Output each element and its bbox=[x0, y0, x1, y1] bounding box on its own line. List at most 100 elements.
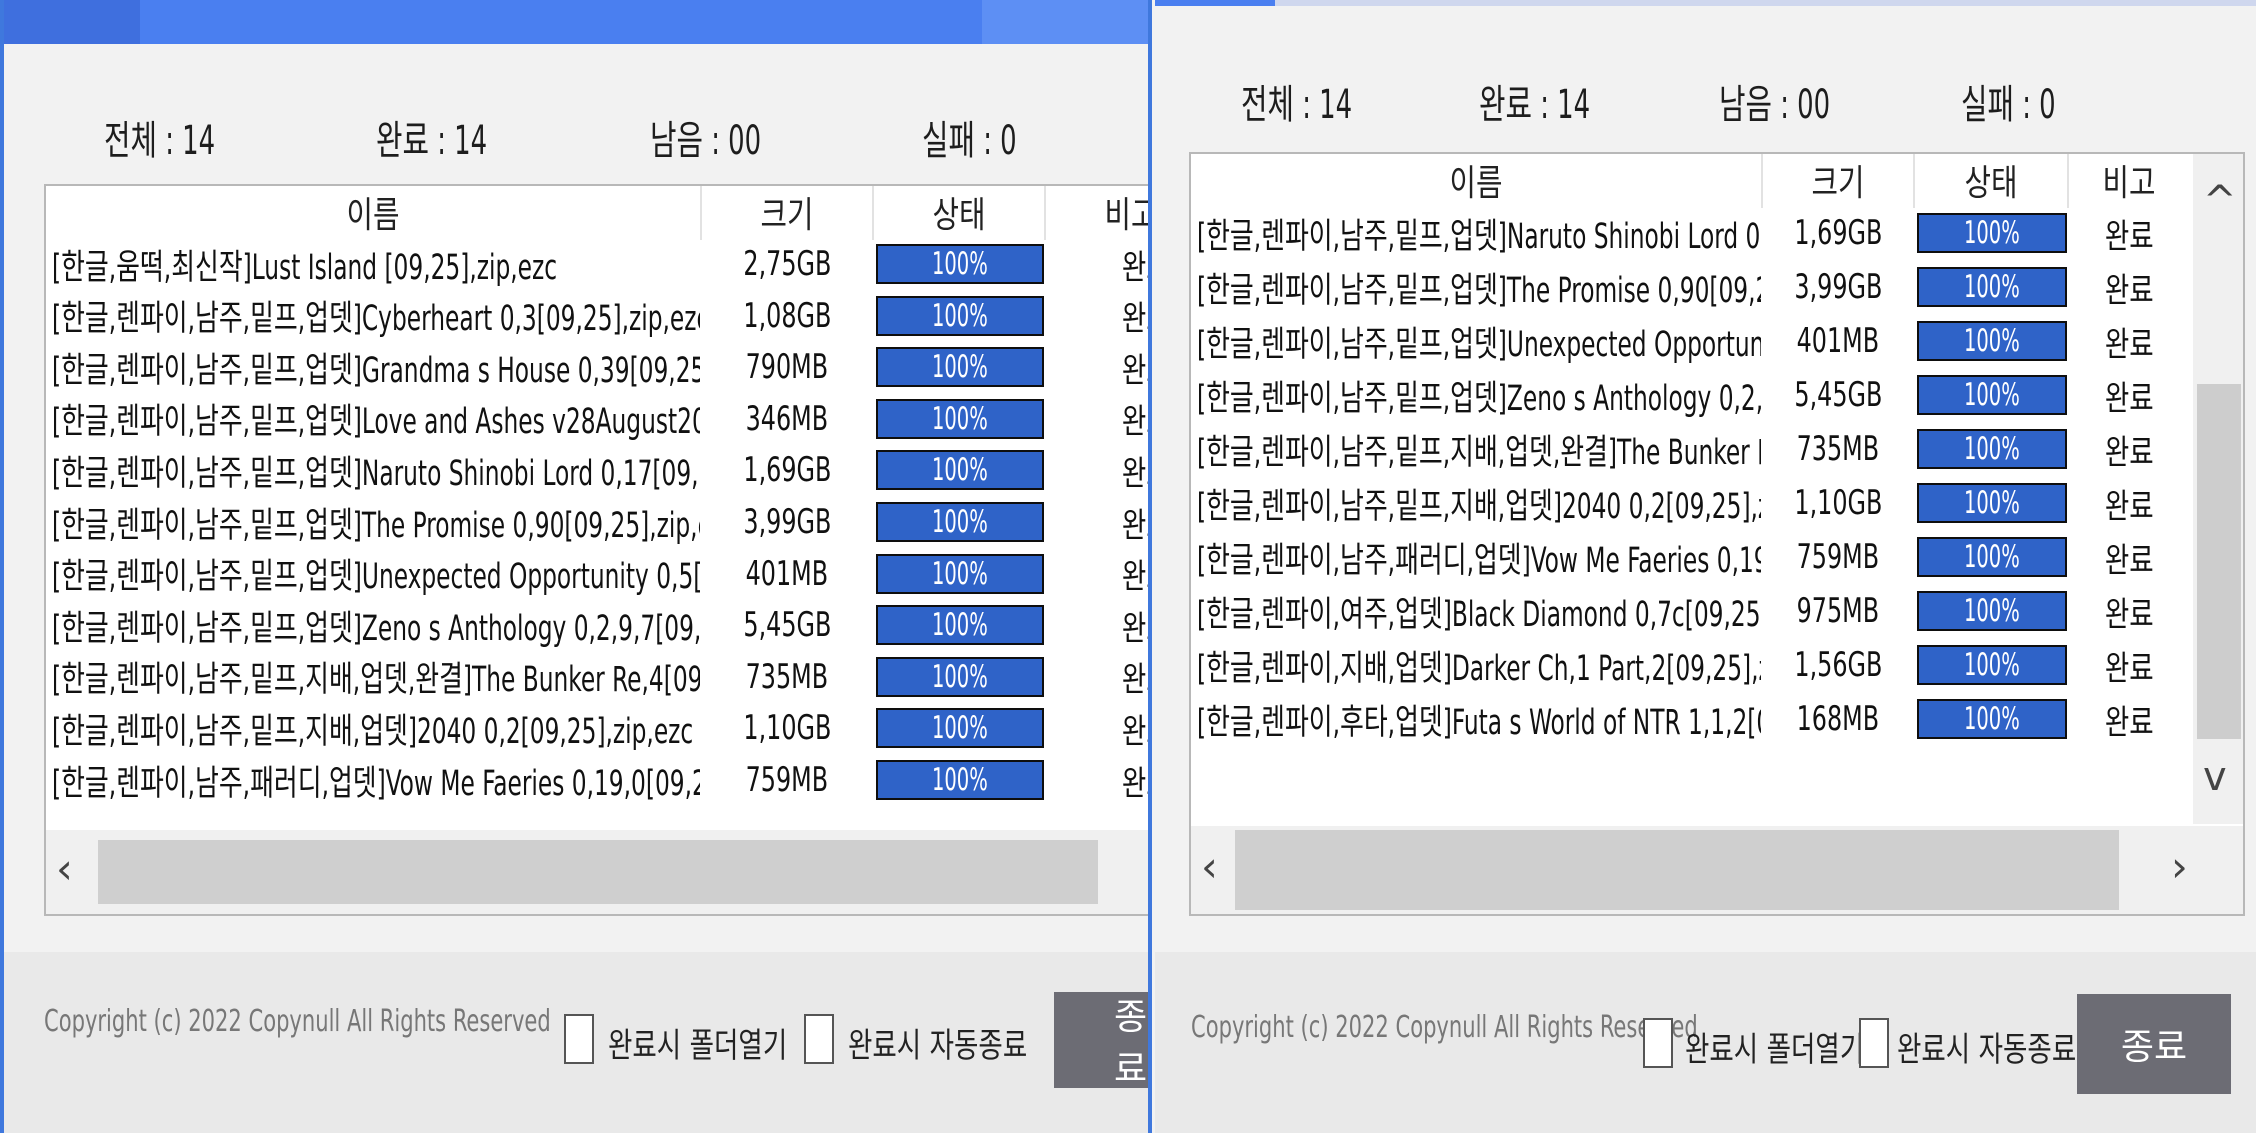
progress-bar: 100% bbox=[876, 347, 1044, 388]
vertical-scrollbar[interactable]: ^ v bbox=[2193, 154, 2243, 824]
file-size: 1,08GB bbox=[743, 295, 831, 336]
column-divider[interactable] bbox=[2067, 154, 2069, 208]
progress-label: 100% bbox=[932, 297, 988, 334]
file-size: 735MB bbox=[1796, 429, 1880, 469]
column-note-header[interactable]: 비고 bbox=[2081, 154, 2177, 206]
file-note: 완료 bbox=[1121, 453, 1148, 494]
table-row[interactable]: [한글,렌파이,남주,밑프,업뎃]The Promise 0,90[09,25]… bbox=[46, 496, 1148, 548]
copyright-text: Copyright (c) 2022 Copynull All Rights R… bbox=[44, 1004, 551, 1039]
table-row[interactable]: [한글,렌파이,남주,밑프,지배,업뎃]2040 0,2[09,25],zip,… bbox=[1191, 477, 2191, 529]
progress-label: 100% bbox=[932, 710, 988, 747]
progress-label: 100% bbox=[932, 555, 988, 592]
table-row[interactable]: [한글,렌파이,남주,밑프,지배,업뎃]2040 0,2[09,25],zip,… bbox=[46, 702, 1148, 754]
scroll-right-icon[interactable]: › bbox=[1146, 844, 1148, 893]
table-row[interactable]: [한글,렌파이,남주,밑프,업뎃]Zeno s Anthology 0,2,9,… bbox=[46, 599, 1148, 651]
open-folder-label[interactable]: 완료시 폴더열기 bbox=[1685, 1022, 1864, 1071]
table-row[interactable]: [한글,움떡,최신작]Lust Island [09,25],zip,ezc 2,… bbox=[46, 238, 1148, 290]
close-button[interactable]: 종료 bbox=[1054, 992, 1148, 1088]
table-row[interactable]: [한글,렌파이,후타,업뎃]Futa s World of NTR 1,1,2[… bbox=[1191, 693, 2191, 745]
progress-bar: 100% bbox=[876, 760, 1044, 800]
scrollbar-thumb[interactable] bbox=[98, 840, 1098, 904]
column-divider[interactable] bbox=[872, 186, 874, 240]
auto-close-label[interactable]: 완료시 자동종료 bbox=[848, 1018, 1027, 1067]
progress-label: 100% bbox=[932, 504, 988, 540]
column-divider[interactable] bbox=[700, 186, 702, 240]
column-status-header[interactable]: 상태 bbox=[891, 186, 1027, 238]
title-bar[interactable] bbox=[1155, 0, 2256, 6]
table-row[interactable]: [한글,렌파이,남주,밑프,업뎃]Love and Ashes v28Augus… bbox=[46, 393, 1148, 445]
column-note-header[interactable]: 비고 bbox=[1063, 186, 1149, 238]
progress-label: 100% bbox=[1964, 485, 2020, 521]
file-note: 완료 bbox=[1121, 660, 1148, 701]
file-note: 완료 bbox=[1121, 608, 1148, 649]
file-name: [한글,렌파이,남주,밑프,업뎃]Unexpected Opportunity … bbox=[52, 557, 700, 598]
progress-label: 100% bbox=[1964, 593, 2020, 629]
table-row[interactable]: [한글,렌파이,남주,밑프,업뎃]Grandma s House 0,39[09… bbox=[46, 341, 1148, 393]
scroll-up-icon[interactable]: ^ bbox=[2203, 178, 2237, 224]
file-name: [한글,렌파이,남주,밑프,업뎃]Grandma s House 0,39[09… bbox=[52, 350, 700, 391]
column-divider[interactable] bbox=[1761, 154, 1763, 208]
table-row[interactable]: [한글,렌파이,남주,밑프,업뎃]Cyberheart 0,3[09,25],z… bbox=[46, 290, 1148, 342]
file-size: 346MB bbox=[745, 398, 829, 439]
scroll-left-icon[interactable]: ‹ bbox=[56, 844, 73, 893]
column-size-header[interactable]: 크기 bbox=[719, 186, 855, 238]
file-size: 1,10GB bbox=[1794, 483, 1882, 523]
table-row[interactable]: [한글,렌파이,남주,패러디,업뎃]Vow Me Faeries 0,19,0[… bbox=[46, 754, 1148, 806]
file-name: [한글,렌파이,남주,밑프,업뎃]Zeno s Anthology 0,2,9,… bbox=[52, 608, 700, 649]
table-row[interactable]: [한글,렌파이,남주,밑프,업뎃]The Promise 0,90[09,25]… bbox=[1191, 261, 2191, 313]
column-status-header[interactable]: 상태 bbox=[1930, 154, 2052, 206]
file-size: 5,45GB bbox=[1794, 375, 1882, 415]
table-row[interactable]: [한글,렌파이,남주,밑프,업뎃]Unexpected Opportunity … bbox=[1191, 315, 2191, 367]
table-row[interactable]: [한글,렌파이,남주,패러디,업뎃]Vow Me Faeries 0,19,0[… bbox=[1191, 531, 2191, 583]
progress-bar: 100% bbox=[1917, 267, 2067, 307]
file-name: [한글,렌파이,여주,업뎃]Black Diamond 0,7c[09,25],… bbox=[1197, 594, 1761, 635]
file-note: 완료 bbox=[2104, 648, 2154, 689]
file-size: 401MB bbox=[1796, 321, 1880, 361]
progress-bar: 100% bbox=[876, 605, 1044, 646]
progress-label: 100% bbox=[1964, 539, 2020, 575]
file-note: 완료 bbox=[2104, 216, 2154, 257]
file-note: 완료 bbox=[2104, 270, 2154, 311]
table-row[interactable]: [한글,렌파이,남주,밑프,업뎃]Zeno s Anthology 0,2,9,… bbox=[1191, 369, 2191, 421]
file-name: [한글,렌파이,남주,밑프,업뎃]Cyberheart 0,3[09,25],z… bbox=[52, 299, 700, 340]
horizontal-scrollbar[interactable]: ‹ › bbox=[1191, 826, 2243, 914]
column-name-header[interactable]: 이름 bbox=[111, 186, 634, 238]
file-note: 완료 bbox=[2104, 540, 2154, 581]
column-size-header[interactable]: 크기 bbox=[1778, 154, 1898, 206]
file-note: 완료 bbox=[2104, 432, 2154, 473]
file-list: 이름 크기 상태 비고 [한글,움떡,최신작]Lust Island [09,2… bbox=[44, 184, 1149, 916]
table-row[interactable]: [한글,렌파이,남주,밑프,업뎃]Naruto Shinobi Lord 0,1… bbox=[46, 444, 1148, 496]
column-name-header[interactable]: 이름 bbox=[1248, 154, 1704, 206]
file-note: 완료 bbox=[2104, 378, 2154, 419]
open-folder-checkbox[interactable] bbox=[1643, 1018, 1673, 1068]
open-folder-checkbox[interactable] bbox=[564, 1014, 594, 1064]
table-row[interactable]: [한글,렌파이,여주,업뎃]Black Diamond 0,7c[09,25],… bbox=[1191, 585, 2191, 637]
table-row[interactable]: [한글,렌파이,지배,업뎃]Darker Ch,1 Part,2[09,25],… bbox=[1191, 639, 2191, 691]
file-note: 완료 bbox=[1121, 350, 1148, 391]
progress-label: 100% bbox=[1964, 701, 2020, 737]
scroll-down-icon[interactable]: v bbox=[2203, 754, 2227, 800]
table-row[interactable]: [한글,렌파이,남주,밑프,업뎃]Naruto Shinobi Lord 0,1… bbox=[1191, 207, 2191, 259]
file-name: [한글,렌파이,지배,업뎃]Darker Ch,1 Part,2[09,25],… bbox=[1197, 648, 1761, 689]
open-folder-label[interactable]: 완료시 폴더열기 bbox=[608, 1018, 787, 1067]
title-bar[interactable] bbox=[4, 0, 1148, 44]
scroll-right-icon[interactable]: › bbox=[2171, 842, 2188, 891]
close-button[interactable]: 종료 bbox=[2077, 994, 2231, 1094]
auto-close-checkbox[interactable] bbox=[1859, 1018, 1889, 1068]
file-name: [한글,렌파이,남주,밑프,업뎃]Zeno s Anthology 0,2,9,… bbox=[1197, 378, 1761, 419]
file-name: [한글,렌파이,남주,패러디,업뎃]Vow Me Faeries 0,19,0[… bbox=[1197, 540, 1761, 581]
horizontal-scrollbar[interactable]: ‹ › bbox=[46, 830, 1148, 914]
progress-bar: 100% bbox=[1917, 699, 2067, 739]
table-row[interactable]: [한글,렌파이,남주,밑프,지배,업뎃,완결]The Bunker Re,4[0… bbox=[46, 651, 1148, 703]
file-size: 1,69GB bbox=[1794, 213, 1882, 253]
auto-close-label[interactable]: 완료시 자동종료 bbox=[1897, 1022, 2076, 1071]
scrollbar-thumb[interactable] bbox=[1235, 830, 2119, 910]
file-note: 완료 bbox=[1121, 763, 1148, 804]
auto-close-checkbox[interactable] bbox=[804, 1014, 834, 1064]
column-divider[interactable] bbox=[1913, 154, 1915, 208]
scrollbar-thumb[interactable] bbox=[2197, 384, 2241, 739]
scroll-left-icon[interactable]: ‹ bbox=[1201, 842, 1218, 891]
table-row[interactable]: [한글,렌파이,남주,밑프,업뎃]Unexpected Opportunity … bbox=[46, 548, 1148, 600]
table-row[interactable]: [한글,렌파이,남주,밑프,지배,업뎃,완결]The Bunker Re,4[0… bbox=[1191, 423, 2191, 475]
column-divider[interactable] bbox=[1044, 186, 1046, 240]
